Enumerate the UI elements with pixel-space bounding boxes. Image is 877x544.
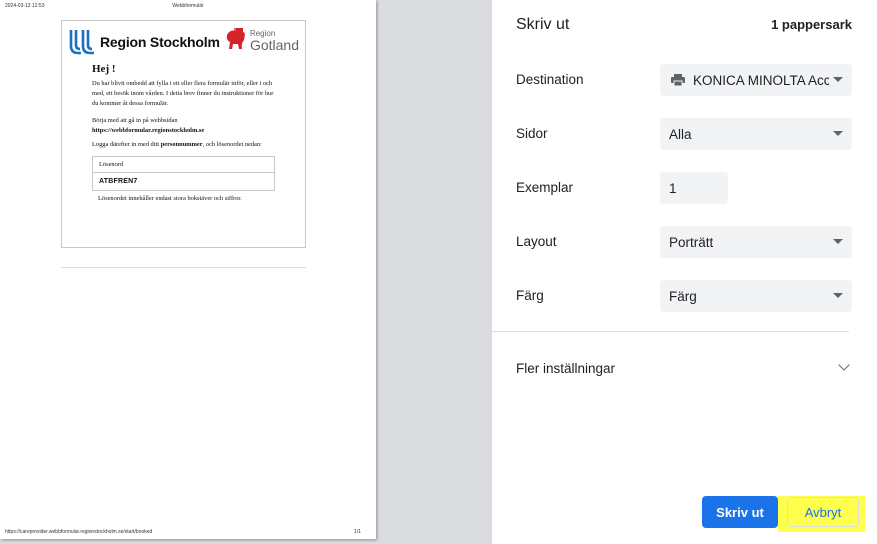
region-gotland-line2: Gotland (249, 37, 299, 53)
website-url: https://webbformular.regionstockholm.se (92, 126, 205, 134)
layout-value: Porträtt (669, 234, 714, 250)
sheet-count: 1 pappersark (771, 17, 852, 32)
page-divider (61, 267, 306, 268)
pages-label: Sidor (516, 126, 548, 141)
website-instruction: Börja med att gå in på webbsidan https:/… (92, 116, 205, 134)
destination-value: KONICA MINOLTA Acc (693, 72, 829, 88)
destination-select[interactable]: KONICA MINOLTA Acc (660, 64, 852, 96)
color-label: Färg (516, 288, 544, 303)
password-value: ATBFREN7 (93, 171, 274, 190)
password-note: Lösenordet innehåller endast stora bokst… (98, 194, 242, 202)
section-divider (492, 331, 849, 332)
more-settings-toggle[interactable]: Fler inställningar (516, 353, 852, 383)
password-box: Lösenord ATBFREN7 (92, 155, 275, 191)
layout-label: Layout (516, 234, 557, 249)
region-stockholm-logo-icon (69, 30, 94, 55)
print-settings-panel: Skriv ut 1 pappersark Destination KONICA… (492, 0, 877, 544)
pages-value: Alla (669, 126, 692, 142)
gotland-ram-icon (226, 28, 245, 49)
letter-content: Hej ! Du har blivit ombedd att fylla i e… (92, 63, 275, 203)
chevron-down-icon (833, 77, 843, 82)
footer-url: https://careprovider.webbformular.region… (5, 529, 153, 535)
print-button[interactable]: Skriv ut (702, 496, 778, 528)
chevron-down-icon (833, 293, 843, 298)
password-label: Lösenord (99, 160, 124, 168)
chevron-down-icon (833, 131, 843, 136)
login-instruction: Logga därefter in med ditt personnummer,… (92, 140, 262, 148)
pages-select[interactable]: Alla (660, 118, 852, 150)
copies-input[interactable] (660, 172, 728, 204)
letter-card: Region Stockholm Region Gotland Hej ! Du… (61, 20, 306, 248)
intro-paragraph: Du har blivit ombedd att fylla i ett ell… (92, 80, 274, 107)
footer-page-number: 1/1 (354, 529, 361, 535)
cancel-button[interactable]: Avbryt (787, 497, 859, 527)
preview-page: 2024-03-13 12:53 Webbformulär Region Sto… (0, 0, 376, 539)
expand-chevron-icon (838, 359, 850, 371)
color-value: Färg (669, 288, 697, 304)
destination-label: Destination (516, 72, 584, 87)
printer-icon (671, 74, 685, 86)
print-preview-area: 2024-03-13 12:53 Webbformulär Region Sto… (0, 0, 492, 544)
more-settings-label: Fler inställningar (516, 360, 616, 376)
panel-title: Skriv ut (516, 16, 570, 33)
header-title: Webbformulär (172, 3, 204, 9)
panel-scroll-edge (869, 0, 877, 544)
color-select[interactable]: Färg (660, 280, 852, 312)
layout-select[interactable]: Porträtt (660, 226, 852, 258)
greeting-heading: Hej ! (92, 63, 116, 75)
region-stockholm-text: Region Stockholm (100, 34, 220, 50)
logo-row: Region Stockholm Region Gotland (66, 27, 299, 57)
copies-label: Exemplar (516, 180, 574, 195)
region-gotland-logo: Region Gotland (224, 27, 299, 57)
chevron-down-icon (833, 239, 843, 244)
region-stockholm-logo: Region Stockholm (66, 27, 220, 57)
